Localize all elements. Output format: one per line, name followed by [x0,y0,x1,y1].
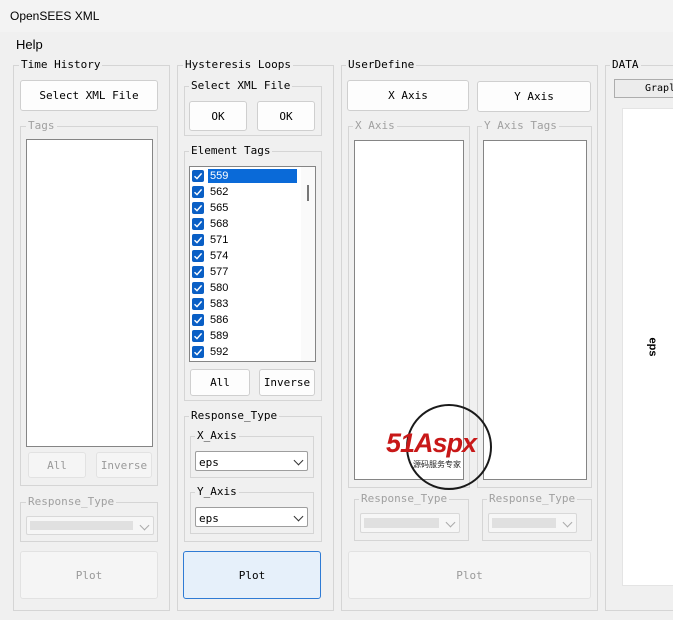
element-tag-item[interactable]: 568 [190,216,297,232]
graph-axis-text: eps [646,337,659,357]
checkbox-checked-icon[interactable] [192,202,204,214]
th-response-select[interactable] [26,516,154,535]
element-all-button[interactable]: All [190,369,250,396]
checkbox-checked-icon[interactable] [192,330,204,342]
element-tag-label: 565 [210,202,229,214]
element-tag-label: 583 [210,298,229,310]
element-tag-label: 592 [210,346,229,358]
element-inverse-button[interactable]: Inverse [259,369,315,396]
element-tag-label: 559 [208,169,297,183]
checkbox-checked-icon[interactable] [192,346,204,358]
hysteresis-title: Hysteresis Loops [183,58,293,71]
chevron-down-icon [293,511,304,522]
element-tag-label: 571 [210,234,229,246]
title-bar: OpenSEES XML [0,0,673,32]
window-title: OpenSEES XML [10,9,100,23]
element-tag-item[interactable]: 589 [190,328,297,344]
y-axis-button[interactable]: Y Axis [477,81,591,112]
userdefine-plot-button[interactable]: Plot [348,551,591,599]
hysteresis-plot-button[interactable]: Plot [183,551,321,599]
time-history-plot-button[interactable]: Plot [20,551,158,599]
y-axis-label: Y_Axis [195,485,239,498]
watermark-logo: 51Aspx 源码服务专家 [383,402,515,492]
select-xml-label: Select XML File [189,79,293,92]
tags-label: Tags [26,119,57,132]
element-tag-label: 589 [210,330,229,342]
element-tag-item[interactable]: 574 [190,248,297,264]
ud-response-select-1[interactable] [360,513,460,533]
element-tag-item[interactable]: 571 [190,232,297,248]
element-tag-label: 586 [210,314,229,326]
checkbox-checked-icon[interactable] [192,314,204,326]
data-title: DATA [610,58,641,71]
x-axis-button[interactable]: X Axis [347,80,469,111]
chevron-down-icon [445,517,456,528]
th-response-label: Response_Type [26,495,117,508]
element-tag-label: 562 [210,186,229,198]
tags-inverse-button[interactable]: Inverse [96,452,152,478]
element-tag-item[interactable]: 580 [190,280,297,296]
chevron-down-icon [139,520,150,531]
element-tag-item[interactable]: 559 [190,168,297,184]
element-tag-item[interactable]: 592 [190,344,297,360]
x-axis-select[interactable]: eps [195,451,308,471]
element-tag-item[interactable]: 586 [190,312,297,328]
element-tags-scrollbar[interactable] [301,167,315,361]
checkbox-checked-icon[interactable] [192,298,204,310]
checkbox-checked-icon[interactable] [192,282,204,294]
x-axis-value: eps [199,456,219,469]
checkbox-checked-icon[interactable] [192,170,204,182]
element-tag-item[interactable]: 583 [190,296,297,312]
watermark-subtitle: 源码服务专家 [413,460,461,469]
chevron-down-icon [562,517,573,528]
graph-canvas[interactable]: eps [622,108,673,586]
element-tag-item[interactable]: 577 [190,264,297,280]
checkbox-checked-icon[interactable] [192,234,204,246]
checkbox-checked-icon[interactable] [192,218,204,230]
ud-response-label-1: Response_Type [359,492,450,505]
x-axis-label: X_Axis [195,429,239,442]
ud-response-select-2[interactable] [488,513,577,533]
element-tags-label: Element Tags [189,144,273,157]
element-tag-label: 568 [210,218,229,230]
menu-bar: Help [0,32,673,54]
hl-response-label: Response_Type [189,409,280,422]
element-tag-label: 577 [210,266,229,278]
element-tag-item[interactable]: 565 [190,200,297,216]
tags-all-button[interactable]: All [28,452,86,478]
ok-button-2[interactable]: OK [257,101,315,131]
chevron-down-icon [293,455,304,466]
ud-response-label-2: Response_Type [487,492,578,505]
ud-y-axis-tags-label: Y Axis Tags [482,119,559,132]
element-tags-listbox[interactable]: 559 562 565 568 571 574 577 580 583 586 589 592 [189,166,316,362]
tab-graph-label: Grapl [645,83,673,94]
element-tag-item[interactable]: 562 [190,184,297,200]
ud-x-axis-label: X Axis [353,119,397,132]
y-axis-select[interactable]: eps [195,507,308,527]
checkbox-checked-icon[interactable] [192,266,204,278]
element-tag-label: 580 [210,282,229,294]
tab-graph[interactable]: Grapl [614,79,673,98]
tags-listbox[interactable] [26,139,153,447]
select-xml-file-button[interactable]: Select XML File [20,80,158,111]
checkbox-checked-icon[interactable] [192,250,204,262]
checkbox-checked-icon[interactable] [192,186,204,198]
userdefine-title: UserDefine [346,58,417,71]
y-axis-value: eps [199,512,219,525]
time-history-title: Time History [19,58,103,71]
element-tag-label: 574 [210,250,229,262]
ok-button-1[interactable]: OK [189,101,247,131]
watermark-brand: 51Aspx [386,428,477,458]
menu-help[interactable]: Help [16,37,43,52]
